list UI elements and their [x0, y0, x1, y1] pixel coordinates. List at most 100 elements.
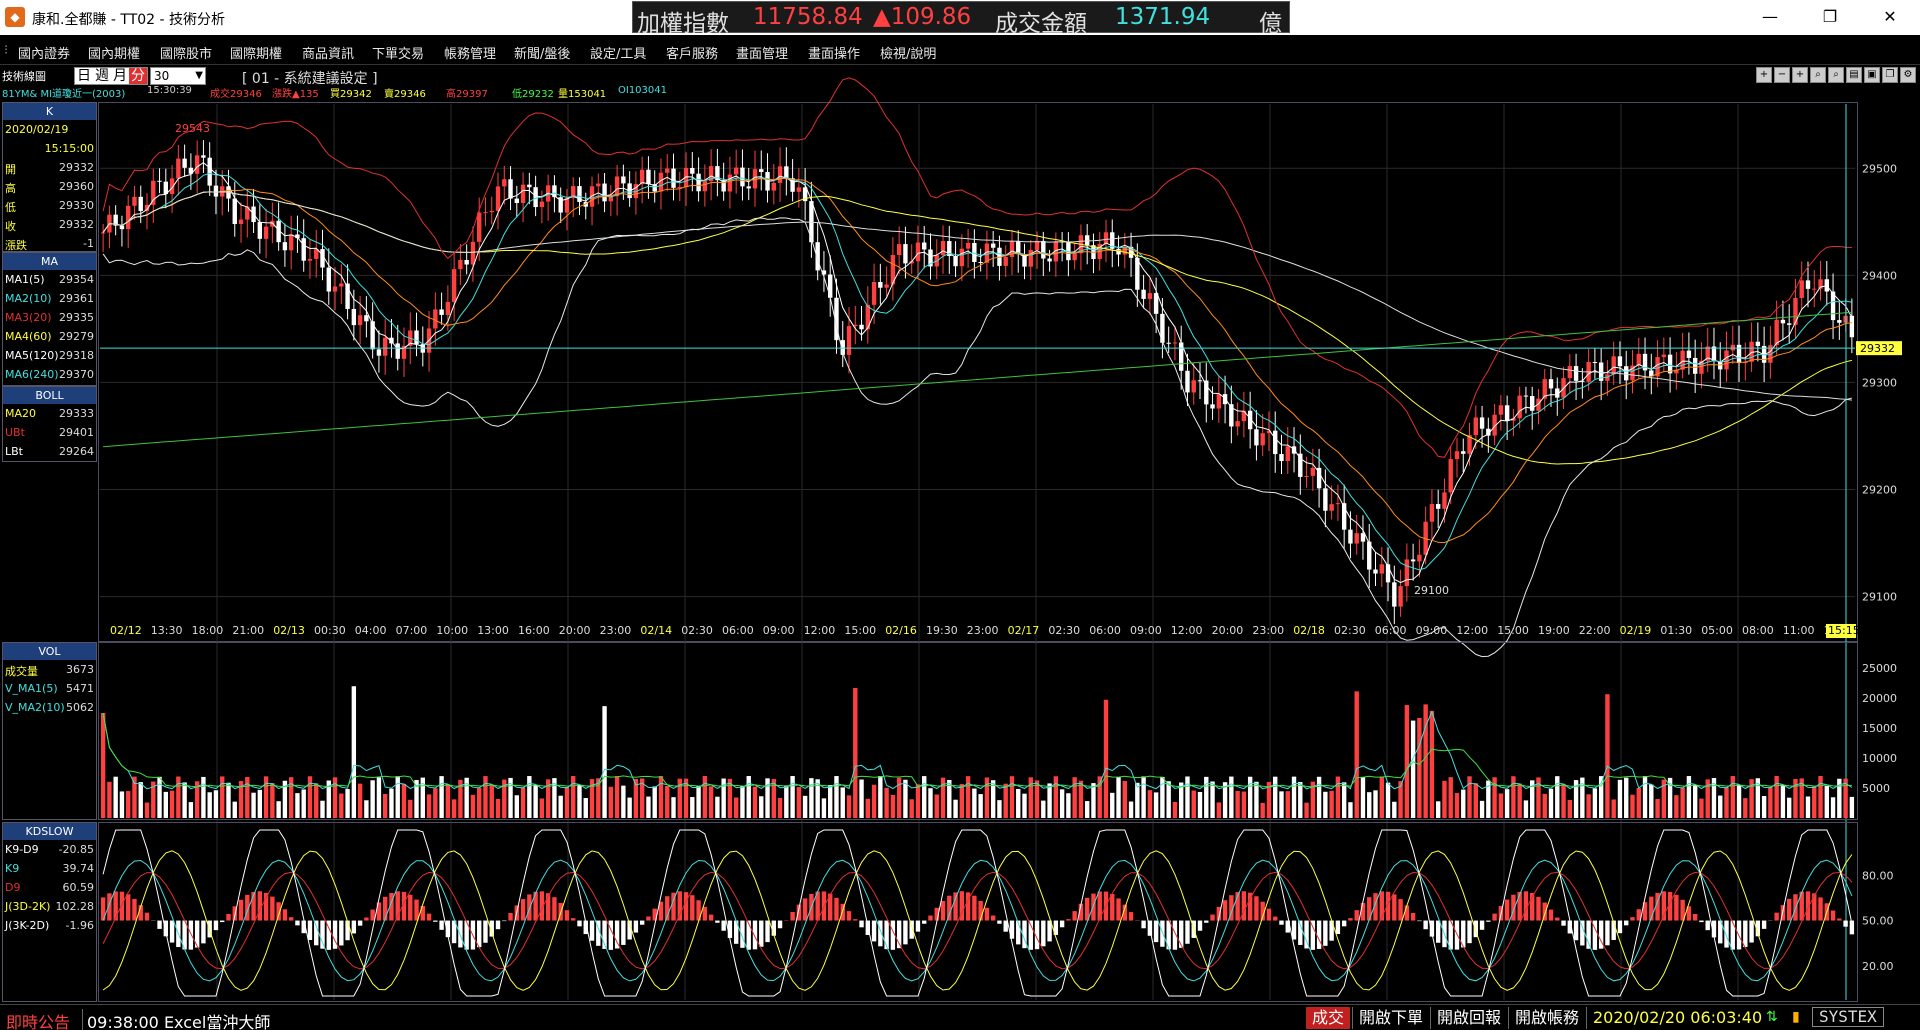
open-order-button[interactable]: 開啟下單: [1352, 1007, 1429, 1029]
kd-row: J(3D-2K) 102.28: [3, 897, 96, 916]
time-axis-label: 00:30: [314, 624, 346, 637]
candle-body: [1204, 380, 1209, 405]
candle-body: [1147, 293, 1153, 299]
kd-row: K9 39.74: [3, 859, 96, 878]
time-axis-label: 02/17: [1008, 624, 1040, 637]
candle-body: [1429, 504, 1435, 522]
time-axis-label: 02:30: [1048, 624, 1080, 637]
candle-body: [464, 260, 469, 265]
candle-body: [508, 179, 513, 199]
candle-body: [1686, 350, 1692, 358]
open-report-button[interactable]: 開啟回報: [1430, 1007, 1507, 1029]
time-axis-label: 02/14: [640, 624, 672, 637]
candle-body: [828, 274, 833, 298]
time-axis-label: 20:00: [559, 624, 591, 637]
vol-axis-label: 5000: [1862, 782, 1890, 795]
candle-body: [696, 173, 701, 192]
candle-body: [194, 155, 200, 174]
candle-body: [915, 242, 921, 262]
candle-body: [1523, 395, 1529, 397]
time-axis-label: 06:00: [1375, 624, 1407, 637]
candle-body: [690, 168, 695, 174]
vol-value: 5471: [66, 682, 94, 695]
candle-body: [489, 210, 494, 213]
candle-body: [1774, 319, 1779, 346]
candle-body: [1786, 323, 1792, 325]
candle-body: [1041, 240, 1046, 259]
candle-body: [777, 166, 783, 183]
candle-body: [1617, 356, 1623, 367]
candle-body: [884, 284, 889, 288]
candle-body: [100, 232, 106, 234]
kd-value: 102.28: [55, 900, 95, 913]
candle-body: [533, 187, 538, 208]
kd-chart-frame: [98, 822, 1858, 1002]
candle-body: [445, 301, 451, 315]
candle-body: [1730, 344, 1735, 351]
candle-body: [301, 238, 306, 261]
candle-body: [119, 225, 125, 230]
candle-body: [1448, 459, 1453, 493]
candle-body: [1442, 492, 1447, 509]
candle-body: [1410, 559, 1416, 562]
kd-value: -20.85: [58, 843, 94, 856]
candle-body: [1392, 582, 1397, 607]
time-axis-label: 13:30: [151, 624, 183, 637]
candle-body: [1216, 394, 1222, 409]
candle-body: [1279, 454, 1284, 462]
candle-body: [1310, 467, 1316, 476]
candle-body: [1329, 504, 1334, 511]
candle-body: [846, 326, 852, 355]
candle-body: [364, 315, 369, 322]
price-axis-label: 29200: [1862, 484, 1897, 497]
vol-label: 成交量: [5, 665, 38, 678]
time-axis-label: 09:00: [1416, 624, 1448, 637]
announcement-label[interactable]: 即時公告: [6, 1009, 70, 1030]
kd-label: J(3K-2D): [5, 919, 50, 932]
time-axis-label: 23:00: [967, 624, 999, 637]
time-axis-label: 02/12: [110, 624, 142, 637]
candle-body: [257, 222, 263, 239]
candle-body: [771, 182, 776, 191]
candle-body: [602, 183, 607, 202]
kd-label: D9: [5, 881, 21, 894]
candle-body: [1661, 354, 1667, 358]
candle-body: [1548, 379, 1554, 389]
kd-axis-label: 20.00: [1862, 960, 1894, 973]
candle-body: [1805, 280, 1811, 289]
candle-body: [1210, 404, 1215, 409]
candle-body: [1435, 504, 1441, 509]
candle-body: [1348, 529, 1353, 544]
candle-body: [1197, 380, 1203, 382]
announcement-text[interactable]: 09:38:00 Excel當沖大師: [82, 1009, 270, 1030]
candle-body: [1711, 346, 1717, 362]
time-axis-label: 09:00: [1130, 624, 1162, 637]
kd-value: -1.96: [65, 919, 94, 932]
vol-value: 5062: [66, 701, 94, 714]
candle-body: [1335, 503, 1341, 505]
time-axis-label: 12:00: [1456, 624, 1488, 637]
candle-body: [1273, 430, 1278, 455]
candle-body: [1260, 433, 1265, 446]
candle-body: [1624, 366, 1629, 381]
candle-body: [878, 282, 883, 288]
candle-body: [1191, 380, 1196, 393]
candle-body: [1379, 564, 1384, 574]
candle-body: [1298, 453, 1303, 477]
candle-body: [621, 176, 626, 184]
candle-body: [514, 198, 520, 203]
candle-body: [903, 244, 908, 264]
candle-body: [1003, 257, 1008, 266]
open-account-button[interactable]: 開啟帳務: [1508, 1007, 1585, 1029]
candle-body: [809, 201, 814, 243]
brand-logo: SYSTEX: [1812, 1007, 1884, 1027]
trade-button[interactable]: 成交: [1306, 1007, 1351, 1029]
app-window: ◆ 康和.全都賺 - TT02 - 技術分析 加權指數 11758.84 ▲10…: [0, 0, 1920, 1030]
kd-label: K9-D9: [5, 843, 39, 856]
kd-value: 39.74: [62, 862, 95, 875]
candle-body: [357, 315, 363, 326]
candle-body: [339, 283, 344, 287]
candle-body: [1812, 288, 1817, 290]
candle-body: [238, 219, 244, 225]
candle-body: [1473, 417, 1478, 436]
